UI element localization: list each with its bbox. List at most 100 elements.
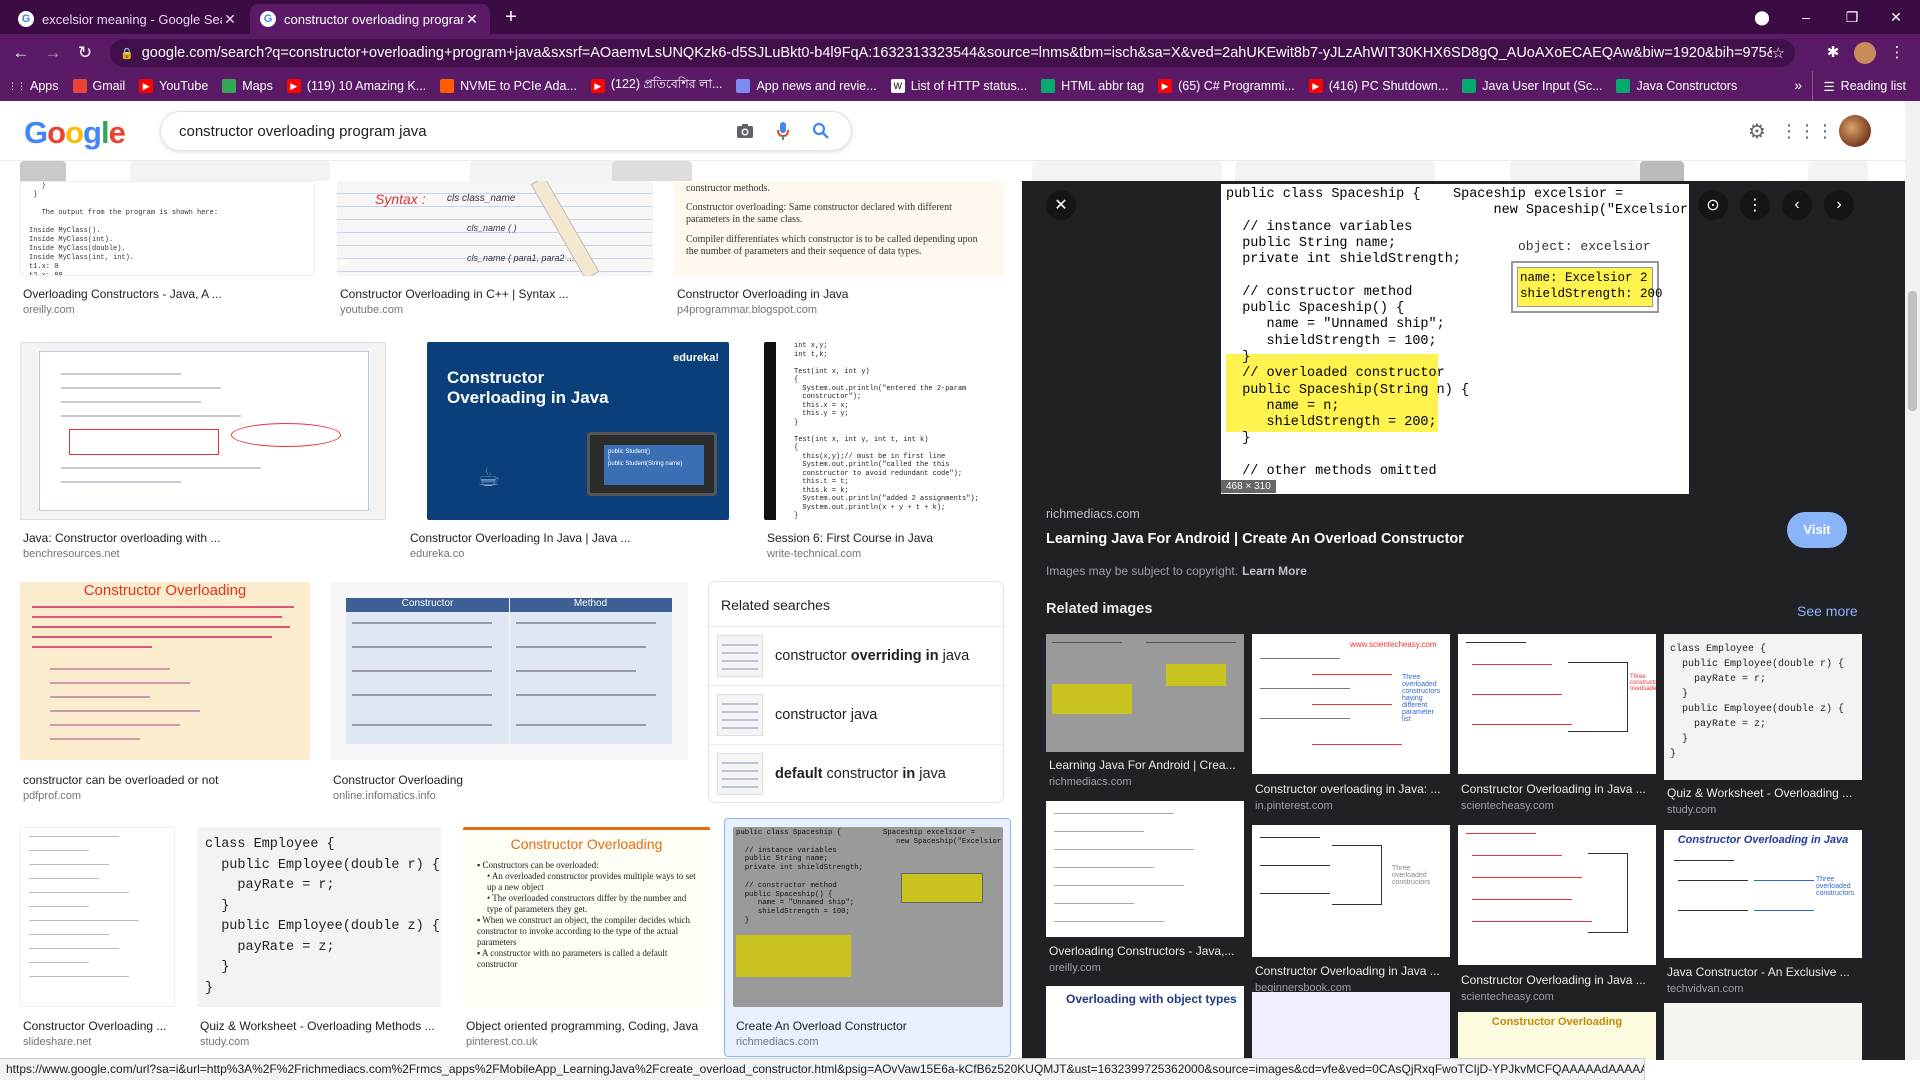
related-image-title[interactable]: Learning Java For Android | Crea...: [1049, 758, 1243, 772]
result-thumbnail[interactable]: [20, 342, 386, 520]
bookmark-item[interactable]: ▶ (122) প্রতিবেশির লা...: [590, 76, 722, 96]
result-thumbnail[interactable]: [20, 827, 175, 1007]
related-image-title[interactable]: Constructor overloading in Java: ...: [1255, 782, 1449, 796]
close-icon[interactable]: ✕: [464, 11, 480, 28]
bookmark-item[interactable]: Java User Input (Sc...: [1462, 79, 1602, 93]
google-logo[interactable]: Google: [24, 115, 126, 151]
google-lens-icon[interactable]: ⊙: [1698, 190, 1728, 220]
result-title[interactable]: Java: Constructor overloading with ...: [23, 531, 383, 545]
related-search-item[interactable]: constructor overriding in java: [709, 626, 1003, 685]
related-search-item[interactable]: constructor java: [709, 685, 1003, 744]
related-image-thumbnail[interactable]: [1252, 992, 1450, 1060]
related-image-thumbnail[interactable]: [1664, 1003, 1862, 1060]
result-thumbnail[interactable]: Constructor Overloading ▪ Constructors c…: [463, 827, 710, 1007]
result-card[interactable]: class Employee { public Employee(double …: [197, 827, 441, 1057]
related-image-thumbnail[interactable]: [1046, 634, 1244, 752]
more-bookmarks-chevron-icon[interactable]: »: [1794, 77, 1802, 93]
bookmark-item[interactable]: NVME to PCIe Ada...: [440, 79, 577, 93]
tab-constructor-overloading[interactable]: G constructor overloading program ✕: [250, 4, 490, 34]
previous-image-chevron-icon[interactable]: ‹: [1782, 190, 1812, 220]
bookmark-item[interactable]: ▶ (416) PC Shutdown...: [1308, 79, 1448, 93]
related-image-thumbnail[interactable]: [1046, 801, 1244, 937]
address-url[interactable]: google.com/search?q=constructor+overload…: [142, 45, 1772, 61]
related-image-thumbnail[interactable]: Constructor Overloading in Java Three ov…: [1664, 830, 1862, 958]
result-thumbnail[interactable]: } } The output from the program is shown…: [20, 181, 315, 276]
related-image-title[interactable]: Constructor Overloading in Java ...: [1461, 782, 1655, 796]
result-card[interactable]: Constructor Overloading ... slideshare.n…: [20, 827, 175, 1057]
profile-avatar-icon[interactable]: [1854, 42, 1876, 64]
profile-menu-icon[interactable]: ⬤: [1744, 6, 1780, 28]
result-thumbnail[interactable]: Syntax : cls class_name cls_name ( ) cls…: [337, 181, 653, 276]
page-scrollbar[interactable]: [1905, 101, 1920, 1060]
result-card[interactable]: int x,y; int t,k; Test(int x, int y) { S…: [764, 342, 1004, 560]
related-search-item[interactable]: default constructor in java: [709, 744, 1003, 803]
result-title[interactable]: Constructor Overloading In Java | Java .…: [410, 531, 730, 545]
close-icon[interactable]: ✕: [222, 11, 238, 28]
result-thumbnail[interactable]: Constructor Overloading in Java edureka!…: [427, 342, 729, 520]
result-card[interactable]: Constructor Overloading in Java edureka!…: [407, 342, 743, 560]
bookmark-item[interactable]: ▶ (119) 10 Amazing K...: [286, 79, 426, 93]
related-image-thumbnail[interactable]: Three overloaded constructors: [1252, 825, 1450, 957]
related-image-thumbnail[interactable]: [1458, 825, 1656, 965]
result-card[interactable]: Constructor Overloading constructor can …: [20, 582, 310, 802]
close-icon[interactable]: ✕: [1046, 190, 1076, 220]
result-thumbnail[interactable]: public class Spaceship { // instance var…: [733, 827, 1003, 1007]
bookmark-item[interactable]: ⋮⋮ Apps: [8, 79, 59, 93]
address-bar[interactable]: 🔒 google.com/search?q=constructor+overlo…: [110, 39, 1795, 67]
result-title[interactable]: Constructor Overloading: [333, 773, 683, 787]
related-image-thumbnail[interactable]: class Employee { public Employee(double …: [1664, 634, 1862, 780]
reload-icon[interactable]: ↻: [72, 40, 98, 66]
bookmark-item[interactable]: Java Constructors: [1616, 79, 1737, 93]
settings-gear-icon[interactable]: ⚙: [1744, 118, 1770, 144]
result-thumbnail[interactable]: Constructor Overloading: [20, 582, 310, 760]
learn-more-link[interactable]: Learn More: [1242, 564, 1307, 578]
result-title[interactable]: constructor can be overloaded or not: [23, 773, 313, 787]
result-title[interactable]: Constructor Overloading in Java: [677, 287, 997, 301]
apps-grid-icon[interactable]: ⋮⋮⋮: [1780, 118, 1834, 144]
result-thumbnail[interactable]: int x,y; int t,k; Test(int x, int y) { S…: [764, 342, 1004, 520]
related-image-thumbnail[interactable]: Constructor Overloading: [1458, 1012, 1656, 1060]
extensions-puzzle-icon[interactable]: ✱: [1822, 42, 1844, 64]
result-card[interactable]: Syntax : cls class_name cls_name ( ) cls…: [337, 181, 653, 321]
result-title[interactable]: Quiz & Worksheet - Overloading Methods .…: [200, 1019, 440, 1033]
result-thumbnail[interactable]: class Employee { public Employee(double …: [197, 827, 441, 1007]
result-title[interactable]: Session 6: First Course in Java: [767, 531, 1003, 545]
more-options-icon[interactable]: ⋮: [1740, 190, 1770, 220]
related-image-title[interactable]: Constructor Overloading in Java ...: [1461, 973, 1655, 987]
bookmark-item[interactable]: Gmail: [72, 79, 125, 93]
microphone-icon[interactable]: [771, 119, 795, 143]
result-title[interactable]: Overloading Constructors - Java, A ...: [23, 287, 313, 301]
preview-image[interactable]: public class Spaceship { // instance var…: [1221, 184, 1689, 494]
see-more-link[interactable]: See more: [1797, 603, 1858, 619]
related-image-thumbnail[interactable]: Three constructors overloaded: [1458, 634, 1656, 774]
search-icon[interactable]: [809, 119, 833, 143]
result-card[interactable]: constructor methods. Constructor overloa…: [674, 181, 1004, 321]
search-input[interactable]: constructor overloading program java: [179, 123, 719, 140]
visit-button[interactable]: Visit: [1787, 512, 1847, 548]
result-card[interactable]: Constructor Method Constructor Overloadi…: [330, 582, 688, 802]
bookmark-item[interactable]: Maps: [222, 79, 273, 93]
result-thumbnail[interactable]: constructor methods. Constructor overloa…: [674, 181, 1004, 276]
minimize-icon[interactable]: –: [1788, 6, 1824, 28]
result-title[interactable]: Object oriented programming, Coding, Jav…: [466, 1019, 709, 1033]
related-image-thumbnail[interactable]: Overloading with object types: [1046, 986, 1244, 1060]
preview-source[interactable]: richmediacs.com: [1046, 507, 1140, 521]
result-title[interactable]: Constructor Overloading ...: [23, 1019, 173, 1033]
restore-icon[interactable]: ❐: [1834, 6, 1870, 28]
forward-arrow-icon[interactable]: →: [40, 40, 66, 66]
camera-search-icon[interactable]: [733, 119, 757, 143]
search-box[interactable]: constructor overloading program java: [160, 111, 852, 151]
result-title[interactable]: Constructor Overloading in C++ | Syntax …: [340, 287, 650, 301]
result-thumbnail[interactable]: Constructor Method: [330, 582, 688, 760]
bookmark-item[interactable]: W List of HTTP status...: [890, 79, 1027, 93]
related-image-title[interactable]: Overloading Constructors - Java,...: [1049, 944, 1243, 958]
result-title[interactable]: Create An Overload Constructor: [736, 1019, 1006, 1033]
kebab-menu-icon[interactable]: ⋮: [1886, 42, 1908, 64]
bookmark-item[interactable]: ▶ YouTube: [139, 79, 208, 93]
scrollbar-thumb[interactable]: [1908, 291, 1917, 411]
bookmark-item[interactable]: ▶ (65) C# Programmi...: [1158, 79, 1295, 93]
close-window-icon[interactable]: ✕: [1878, 6, 1914, 28]
tab-excelsior-meaning[interactable]: G excelsior meaning - Google Sear ✕: [8, 4, 248, 34]
result-card[interactable]: Constructor Overloading ▪ Constructors c…: [463, 827, 710, 1057]
result-card-selected[interactable]: public class Spaceship { // instance var…: [724, 818, 1011, 1057]
